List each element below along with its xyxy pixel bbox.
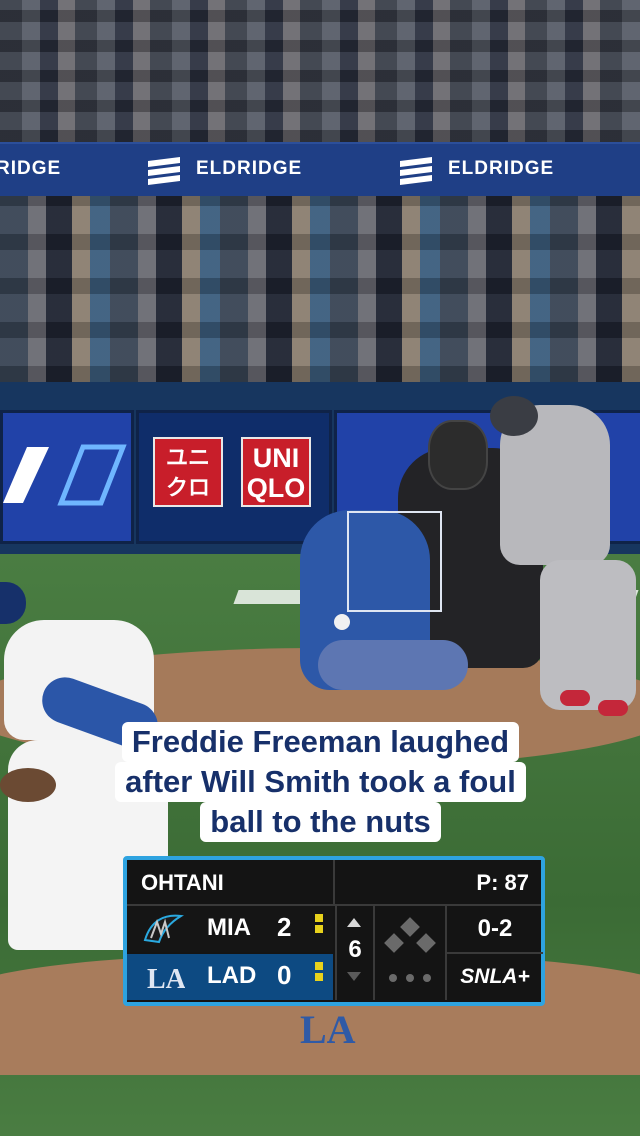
pitch-count: P: 87 [476,870,529,895]
timeout-indicator [315,962,323,992]
sponsor-text-mid: ELDRIDGE [196,158,303,179]
baseball [334,614,350,630]
team-row-home: LA LAD 0 [127,954,333,1000]
caption-line: ball to the nuts [200,802,441,842]
batter-shoe [598,700,628,716]
crowd-upper [0,0,640,142]
batter-helmet [490,396,538,436]
uniqlo-logo-kanji: ユニ クロ [153,437,223,507]
inning-number: 6 [348,936,362,963]
team-abbr: MIA [207,914,251,941]
network-name: SNLA+ [460,965,530,988]
network-label: SNLA+ [445,954,543,1000]
batter-name: OHTANI [141,870,224,895]
team-abbr: LAD [207,962,257,989]
strike-zone-overlay [347,511,442,612]
batter-legs [540,560,636,710]
first-base-icon [416,933,436,953]
inning-indicator: 6 [335,906,373,1000]
scorebug: OHTANI P: 87 MIA 2 LA LAD 0 6 0-2 SNLA+ [123,856,545,1006]
ad-panel-left [0,410,134,544]
uniqlo-ad: ユニ クロ UNI QLO [136,410,332,544]
caption-line: Freddie Freeman laughed [121,722,520,762]
umpire-mask [428,420,488,490]
pitcher-glove [0,768,56,802]
ball-strike-count: 0-2 [445,906,543,954]
sponsor-banner: RIDGE ELDRIDGE ELDRIDGE [0,142,640,198]
team-score: 2 [277,912,292,942]
base-runners [373,906,445,1000]
caption-line: after Will Smith took a foul [115,762,526,802]
infield-logo: LA [300,1007,356,1052]
scorebug-header: OHTANI P: 87 [127,860,541,906]
eldridge-logo-icon [400,157,432,185]
uniqlo-logo-latin: UNI QLO [241,437,311,507]
marlins-logo-icon [141,912,185,946]
out-indicator-icon [406,974,414,982]
out-indicator-icon [423,974,431,982]
svg-text:LA: LA [147,964,185,994]
count-value: 0-2 [477,915,513,942]
crowd-lower [0,196,640,382]
second-base-icon [400,917,420,937]
out-indicator-icon [389,974,397,982]
dodgers-logo-icon: LA [141,960,187,995]
third-base-icon [384,933,404,953]
sponsor-text-left: RIDGE [0,158,62,179]
ad-graphic-icon [3,444,127,506]
batter-shoe [560,690,590,706]
catcher-leg [318,640,468,690]
inning-bottom-arrow-icon [347,972,361,981]
timeout-indicator [315,914,323,944]
team-score: 0 [277,960,292,990]
divider [333,860,335,904]
team-row-away: MIA 2 [127,906,333,952]
eldridge-logo-icon [148,157,180,185]
inning-top-arrow-icon [347,918,361,927]
sponsor-text-right: ELDRIDGE [448,158,555,179]
video-caption: Freddie Freeman laughed after Will Smith… [100,722,541,850]
